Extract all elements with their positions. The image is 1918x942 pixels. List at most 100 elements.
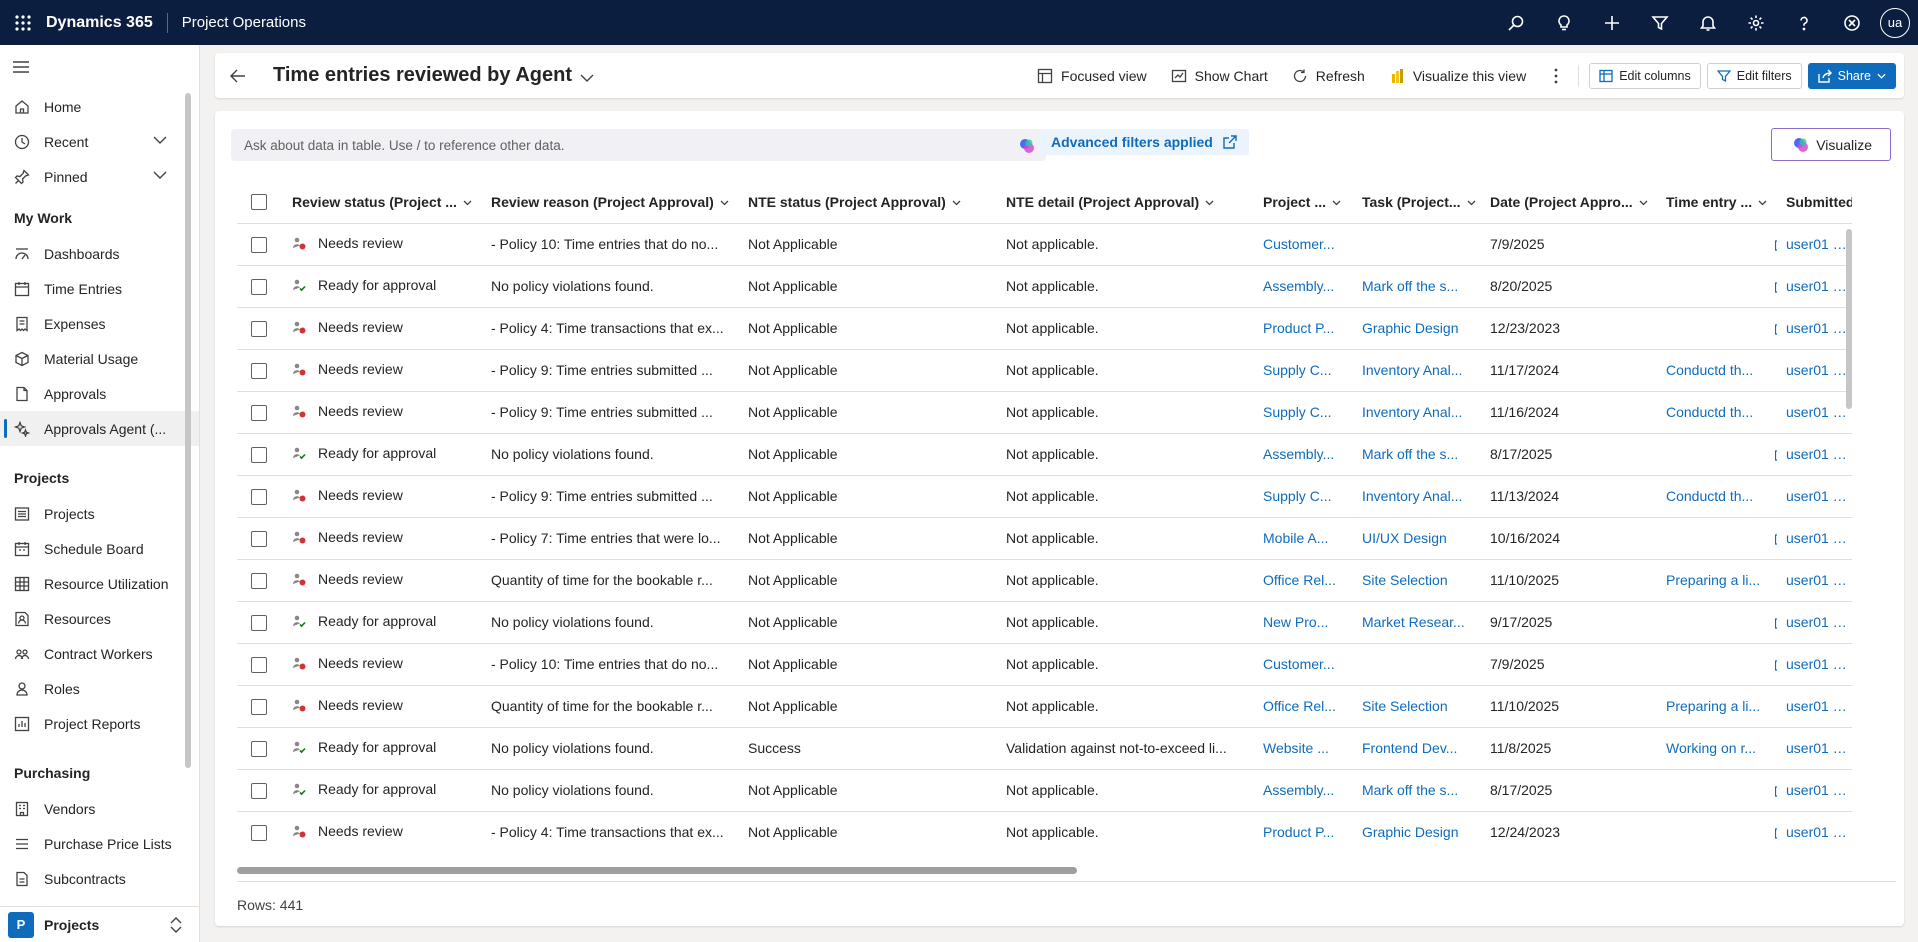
task-link[interactable]: Inventory Anal... xyxy=(1353,391,1481,434)
gear-icon[interactable] xyxy=(1732,0,1780,45)
sidebar-item-pinned[interactable]: Pinned xyxy=(0,159,199,194)
submitted-by-link[interactable]: user01 auro xyxy=(1777,727,1852,770)
task-link[interactable]: Inventory Anal... xyxy=(1353,475,1481,518)
visualize-this-view-button[interactable]: Visualize this view xyxy=(1377,60,1538,92)
sidebar-item-material-usage[interactable]: Material Usage xyxy=(0,341,199,376)
project-link[interactable]: Supply C... xyxy=(1254,349,1353,392)
table-row[interactable]: Needs review - Policy 9: Time entries sub… xyxy=(237,349,1852,392)
refresh-button[interactable]: Refresh xyxy=(1280,60,1377,92)
time-entry-cell[interactable] xyxy=(1657,769,1777,812)
project-link[interactable]: Mobile A... xyxy=(1254,517,1353,560)
project-link[interactable]: Office Rel... xyxy=(1254,685,1353,728)
lightbulb-icon[interactable] xyxy=(1540,0,1588,45)
focused-view-button[interactable]: Focused view xyxy=(1025,60,1159,92)
task-link[interactable] xyxy=(1353,223,1481,266)
row-checkbox[interactable] xyxy=(237,727,283,770)
sidebar-item-resources[interactable]: Resources xyxy=(0,601,199,636)
open-external-icon[interactable] xyxy=(1775,617,1777,629)
show-chart-button[interactable]: Show Chart xyxy=(1159,60,1280,92)
project-link[interactable]: Office Rel... xyxy=(1254,559,1353,602)
sidebar-item-approvals[interactable]: Approvals xyxy=(0,376,199,411)
task-link[interactable] xyxy=(1353,643,1481,686)
row-checkbox[interactable] xyxy=(237,685,283,728)
hamburger-menu-icon[interactable] xyxy=(0,45,199,89)
table-row[interactable]: Ready for approval No policy violations f… xyxy=(237,769,1852,812)
time-entry-cell[interactable] xyxy=(1657,223,1777,266)
open-external-icon[interactable] xyxy=(1775,659,1777,671)
task-link[interactable]: Graphic Design xyxy=(1353,307,1481,350)
open-external-icon[interactable] xyxy=(1775,449,1777,461)
column-header-project[interactable]: Project ... xyxy=(1254,181,1353,224)
table-row[interactable]: Ready for approval No policy violations f… xyxy=(237,727,1852,770)
app-launcher-icon[interactable] xyxy=(0,0,46,45)
task-link[interactable]: Site Selection xyxy=(1353,559,1481,602)
sidebar-item-resource-utilization[interactable]: Resource Utilization xyxy=(0,566,199,601)
submitted-by-link[interactable]: user01 auro xyxy=(1777,643,1852,686)
table-row[interactable]: Needs review - Policy 4: Time transaction… xyxy=(237,307,1852,350)
open-external-icon[interactable] xyxy=(1775,281,1777,293)
sidebar-item-schedule-board[interactable]: Schedule Board xyxy=(0,531,199,566)
column-header-review-status[interactable]: Review status (Project ... xyxy=(283,181,482,224)
task-link[interactable]: Mark off the s... xyxy=(1353,769,1481,812)
time-entry-link[interactable]: Working on r... xyxy=(1657,727,1777,770)
submitted-by-link[interactable]: user01 auro xyxy=(1777,223,1852,266)
column-header-submitted-by[interactable]: Submitted by ... xyxy=(1777,181,1852,224)
horizontal-scrollbar[interactable] xyxy=(237,867,1077,874)
area-switcher[interactable]: P Projects xyxy=(0,906,199,942)
table-row[interactable]: Needs review Quantity of time for the boo… xyxy=(237,559,1852,602)
time-entry-link[interactable]: Conductd th... xyxy=(1657,391,1777,434)
task-link[interactable]: Inventory Anal... xyxy=(1353,349,1481,392)
edit-columns-button[interactable]: Edit columns xyxy=(1589,62,1701,89)
app-title[interactable]: Dynamics 365 xyxy=(46,12,168,33)
visualize-button[interactable]: Visualize xyxy=(1771,128,1891,161)
row-checkbox[interactable] xyxy=(237,265,283,308)
row-checkbox[interactable] xyxy=(237,475,283,518)
sidebar-item-recent[interactable]: Recent xyxy=(0,124,199,159)
search-icon[interactable] xyxy=(1492,0,1540,45)
sidebar-item-home[interactable]: Home xyxy=(0,89,199,124)
table-row[interactable]: Needs review - Policy 10: Time entries th… xyxy=(237,643,1852,686)
project-link[interactable]: Website ... xyxy=(1254,727,1353,770)
task-link[interactable]: Market Resear... xyxy=(1353,601,1481,644)
table-row[interactable]: Needs review - Policy 7: Time entries tha… xyxy=(237,517,1852,560)
column-header-review-reason[interactable]: Review reason (Project Approval) xyxy=(482,181,739,224)
submitted-by-link[interactable]: user01 auro xyxy=(1777,559,1852,602)
submitted-by-link[interactable]: user01 auro xyxy=(1777,517,1852,560)
row-checkbox[interactable] xyxy=(237,559,283,602)
task-link[interactable]: Mark off the s... xyxy=(1353,433,1481,476)
sidebar-item-projects[interactable]: Projects xyxy=(0,496,199,531)
sidebar-item-dashboards[interactable]: Dashboards xyxy=(0,236,199,271)
project-link[interactable]: New Pro... xyxy=(1254,601,1353,644)
submitted-by-link[interactable]: user01 auro xyxy=(1777,685,1852,728)
project-link[interactable]: Assembly... xyxy=(1254,433,1353,476)
open-external-icon[interactable] xyxy=(1775,827,1777,839)
column-header-date[interactable]: Date (Project Appro... xyxy=(1481,181,1657,224)
open-external-icon[interactable] xyxy=(1775,323,1777,335)
project-link[interactable]: Assembly... xyxy=(1254,769,1353,812)
task-link[interactable]: Site Selection xyxy=(1353,685,1481,728)
time-entry-cell[interactable] xyxy=(1657,517,1777,560)
bell-icon[interactable] xyxy=(1684,0,1732,45)
project-link[interactable]: Customer... xyxy=(1254,223,1353,266)
chevron-down-icon[interactable] xyxy=(153,170,167,180)
task-link[interactable]: Mark off the s... xyxy=(1353,265,1481,308)
row-checkbox[interactable] xyxy=(237,601,283,644)
column-header-nte-status[interactable]: NTE status (Project Approval) xyxy=(739,181,997,224)
table-row[interactable]: Ready for approval No policy violations f… xyxy=(237,433,1852,476)
sidebar-item-approvals-agent[interactable]: Approvals Agent (... xyxy=(0,411,199,446)
submitted-by-link[interactable]: user01 auro xyxy=(1777,349,1852,392)
table-row[interactable]: Needs review - Policy 9: Time entries sub… xyxy=(237,475,1852,518)
table-row[interactable]: Needs review - Policy 4: Time transaction… xyxy=(237,811,1852,853)
open-external-icon[interactable] xyxy=(1775,533,1777,545)
row-checkbox[interactable] xyxy=(237,391,283,434)
submitted-by-link[interactable]: user01 auro xyxy=(1777,307,1852,350)
sidebar-item-subcontracts[interactable]: Subcontracts xyxy=(0,861,199,896)
submitted-by-link[interactable]: user01 auro xyxy=(1777,391,1852,434)
row-checkbox[interactable] xyxy=(237,811,283,853)
time-entry-cell[interactable] xyxy=(1657,643,1777,686)
time-entry-link[interactable]: Conductd th... xyxy=(1657,349,1777,392)
user-avatar[interactable]: ua xyxy=(1880,7,1910,38)
copilot-icon[interactable] xyxy=(1828,0,1876,45)
task-link[interactable]: Graphic Design xyxy=(1353,811,1481,853)
column-header-time-entry[interactable]: Time entry ... xyxy=(1657,181,1777,224)
